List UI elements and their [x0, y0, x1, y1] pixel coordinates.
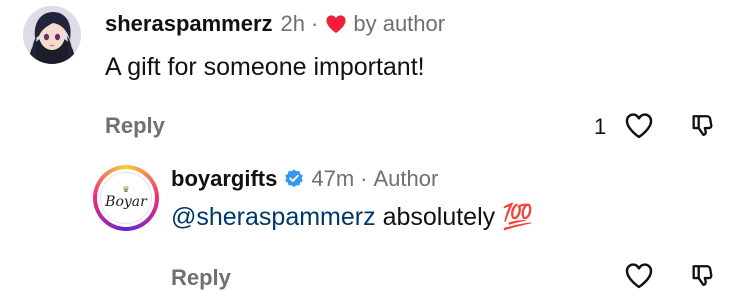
hundred-points-emoji: 💯	[502, 203, 534, 231]
reply-author-label: Author	[373, 166, 439, 191]
verified-badge-icon	[283, 168, 305, 190]
comment-time: 2h	[280, 11, 306, 36]
brand-logo: ♛ Boyar	[100, 172, 152, 224]
comment-reply-button[interactable]: Reply	[105, 113, 165, 139]
heart-outline-icon[interactable]	[622, 260, 656, 290]
reply-mention-link[interactable]: @sheraspammerz	[171, 203, 376, 231]
author-liked-label: by author	[353, 11, 446, 36]
comment-username[interactable]: sheraspammerz	[105, 11, 273, 37]
reply-reply-button[interactable]: Reply	[171, 265, 231, 291]
reply-text: @sheraspammerz absolutely 💯	[171, 203, 533, 232]
comment-meta: sheraspammerz 2h · by author	[105, 11, 445, 37]
thumbs-down-icon[interactable]	[686, 108, 720, 142]
comment-like-count[interactable]: 1	[594, 114, 606, 140]
thumbs-down-icon[interactable]	[686, 258, 720, 292]
reply-time: 47m	[311, 166, 355, 191]
reply-username[interactable]: boyargifts	[171, 166, 277, 192]
meta-separator: ·	[311, 11, 319, 36]
reply-avatar[interactable]: ♛ Boyar	[93, 165, 159, 231]
heart-filled-icon	[325, 14, 347, 34]
comment-text: A gift for someone important!	[105, 53, 425, 81]
reply-meta-separator: ·	[360, 166, 368, 191]
reply-body: absolutely	[382, 203, 496, 231]
heart-outline-icon[interactable]	[622, 110, 656, 140]
reply-meta: boyargifts 47m · Author	[171, 166, 438, 192]
anime-avatar-illustration	[23, 6, 81, 64]
brand-logo-text: Boyar	[105, 194, 147, 210]
commenter-avatar[interactable]	[23, 6, 81, 64]
crown-icon: ♛	[122, 185, 130, 194]
avatar-inner-ring: ♛ Boyar	[97, 169, 155, 227]
